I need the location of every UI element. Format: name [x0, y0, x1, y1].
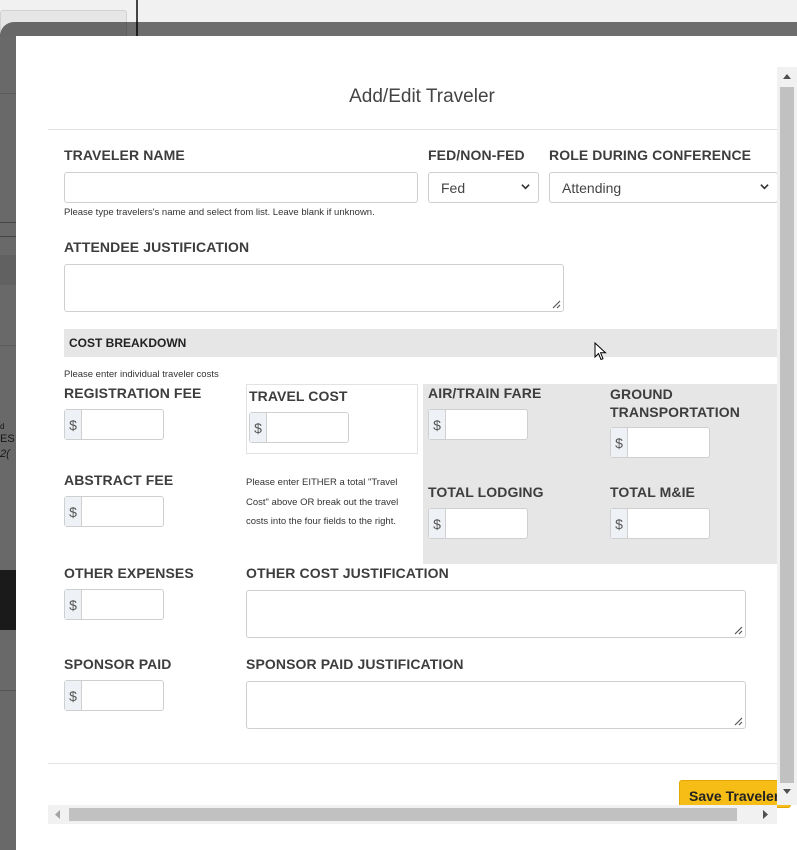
fed-nonfed-selected-value: Fed — [441, 180, 466, 196]
sponsor-paid-justification-label: SPONSOR PAID JUSTIFICATION — [246, 656, 464, 672]
travel-cost-input[interactable]: $ — [249, 412, 349, 443]
registration-fee-input[interactable]: $ — [64, 409, 164, 440]
total-mie-input[interactable]: $ — [610, 508, 710, 539]
total-lodging-input[interactable]: $ — [428, 508, 528, 539]
sponsor-paid-input[interactable]: $ — [64, 680, 164, 711]
air-train-fare-input[interactable]: $ — [428, 409, 528, 440]
other-cost-justification-label: OTHER COST JUSTIFICATION — [246, 565, 449, 581]
role-selected-value: Attending — [562, 180, 622, 196]
modal-title: Add/Edit Traveler — [349, 86, 495, 107]
dollar-icon: $ — [429, 509, 446, 538]
travel-cost-label: TRAVEL COST — [249, 388, 348, 404]
dollar-icon: $ — [611, 428, 628, 457]
dollar-icon: $ — [65, 590, 82, 619]
chevron-down-icon — [760, 184, 769, 190]
other-expenses-input[interactable]: $ — [64, 589, 164, 620]
horizontal-scrollbar[interactable] — [48, 805, 777, 824]
total-mie-label: TOTAL M&IE — [610, 484, 695, 500]
ground-transportation-label-line2: TRANSPORTATION — [610, 404, 740, 420]
mouse-cursor-icon — [594, 342, 607, 361]
scroll-up-arrow-icon[interactable] — [783, 73, 791, 79]
abstract-fee-input[interactable]: $ — [64, 496, 164, 527]
add-edit-traveler-modal: Add/Edit Traveler TRAVELER NAME Please t… — [16, 36, 797, 850]
role-select[interactable]: Attending — [549, 172, 778, 203]
fed-nonfed-select[interactable]: Fed — [428, 172, 539, 203]
other-expenses-label: OTHER EXPENSES — [64, 565, 194, 581]
cost-breakdown-hint: Please enter individual traveler costs — [64, 369, 219, 380]
scroll-left-arrow-icon[interactable] — [54, 810, 60, 819]
sponsor-paid-label: SPONSOR PAID — [64, 656, 172, 672]
travel-cost-note: Please enter EITHER a total "Travel Cost… — [246, 477, 399, 527]
traveler-name-label: TRAVELER NAME — [64, 147, 185, 163]
air-train-fare-label: AIR/TRAIN FARE — [428, 385, 542, 401]
footer-divider — [48, 763, 780, 764]
title-divider — [48, 129, 796, 130]
cost-breakdown-heading-text: COST BREAKDOWN — [69, 336, 187, 350]
horizontal-scrollbar-thumb[interactable] — [69, 808, 737, 821]
dollar-icon: $ — [65, 497, 82, 526]
fed-nonfed-label: FED/NON-FED — [428, 147, 525, 163]
traveler-name-input[interactable] — [64, 172, 418, 203]
attendee-justification-textarea[interactable] — [64, 264, 564, 312]
vertical-scrollbar-thumb[interactable] — [780, 87, 794, 783]
traveler-name-hint: Please type travelers's name and select … — [64, 207, 375, 218]
attendee-justification-label: ATTENDEE JUSTIFICATION — [64, 239, 250, 255]
abstract-fee-label: ABSTRACT FEE — [64, 472, 174, 488]
sponsor-paid-justification-textarea[interactable] — [246, 681, 746, 729]
chevron-down-icon — [521, 184, 530, 190]
ground-transportation-input[interactable]: $ — [610, 427, 710, 458]
ground-transportation-label-line1: GROUND — [610, 386, 673, 402]
other-cost-justification-textarea[interactable] — [246, 590, 746, 638]
dollar-icon: $ — [429, 410, 446, 439]
total-lodging-label: TOTAL LODGING — [428, 484, 544, 500]
dollar-icon: $ — [250, 413, 267, 442]
ground-transportation-label: GROUND TRANSPORTATION — [610, 385, 740, 421]
dollar-icon: $ — [65, 410, 82, 439]
dollar-icon: $ — [65, 681, 82, 710]
registration-fee-label: REGISTRATION FEE — [64, 385, 202, 401]
scroll-right-arrow-icon[interactable] — [763, 810, 769, 819]
resize-grip-icon[interactable] — [733, 716, 743, 726]
scroll-down-arrow-icon[interactable] — [783, 789, 791, 795]
role-label: ROLE DURING CONFERENCE — [549, 147, 752, 163]
vertical-scrollbar[interactable] — [777, 67, 797, 805]
cost-breakdown-heading: COST BREAKDOWN — [64, 329, 796, 357]
resize-grip-icon[interactable] — [551, 299, 561, 309]
dollar-icon: $ — [611, 509, 628, 538]
resize-grip-icon[interactable] — [733, 625, 743, 635]
save-traveler-button[interactable]: Save Traveler — [679, 780, 791, 808]
